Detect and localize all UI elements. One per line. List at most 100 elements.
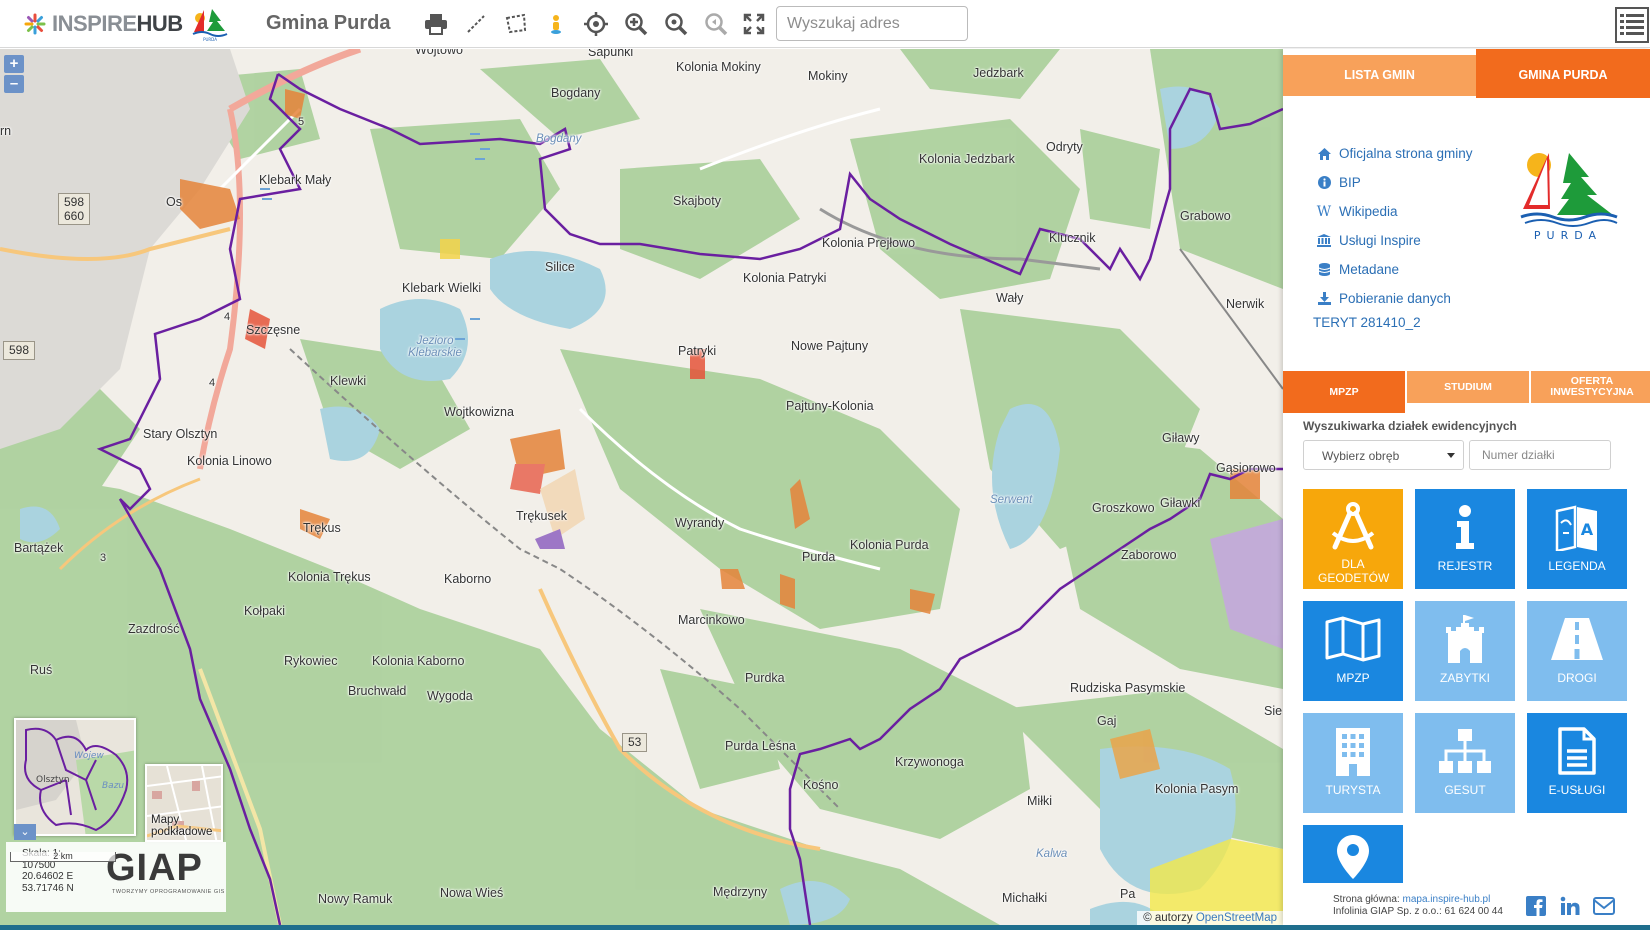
- map-label: Kalwa: [1036, 848, 1068, 860]
- home-icon: [1313, 147, 1335, 160]
- tile-mpzp[interactable]: MPZP: [1303, 601, 1403, 701]
- link-uslugi-inspire[interactable]: Usługi Inspire: [1313, 226, 1473, 255]
- purda-logo: PURDA: [1520, 153, 1618, 242]
- map-label: Kośno: [803, 778, 839, 792]
- tile-e-uslugi[interactable]: E-USŁUGI: [1527, 713, 1627, 813]
- map-label: Kołpaki: [244, 604, 285, 618]
- map-label: Odryty: [1046, 140, 1083, 154]
- parcel-search-title: Wyszukiwarka działek ewidencyjnych: [1303, 419, 1517, 433]
- streetview-person-icon[interactable]: [542, 10, 570, 38]
- link-wikipedia[interactable]: W Wikipedia: [1313, 197, 1473, 226]
- link-metadane[interactable]: Metadane: [1313, 255, 1473, 284]
- map-label: Ruś: [30, 663, 53, 677]
- map-label: rn: [0, 124, 12, 138]
- print-icon[interactable]: [422, 10, 450, 38]
- minimap-graphic: Wojew Olsztyn Bazu: [16, 720, 134, 834]
- address-search-input[interactable]: [776, 6, 968, 41]
- bottom-strip: [0, 925, 1650, 930]
- document-icon: [1558, 723, 1596, 779]
- map-label: Mędrzyny: [713, 885, 768, 899]
- tab-gmina-purda[interactable]: GMINA PURDA: [1476, 49, 1650, 98]
- email-icon[interactable]: [1593, 895, 1615, 917]
- map-label: Kolonia Patryki: [743, 271, 827, 285]
- map-label: Pa: [1120, 887, 1136, 901]
- facebook-icon[interactable]: [1525, 895, 1547, 917]
- wikipedia-icon: W: [1316, 203, 1332, 220]
- tile-drogi[interactable]: DROGI: [1527, 601, 1627, 701]
- commune-links: Oficjalna strona gminy BIP W Wikipedia Us…: [1313, 139, 1473, 330]
- map-zoom-out-button[interactable]: –: [4, 75, 24, 93]
- zoom-previous-icon[interactable]: [702, 10, 730, 38]
- linkedin-icon[interactable]: [1559, 895, 1581, 917]
- map-label: Stary Olsztyn: [143, 427, 218, 441]
- road-number: 5: [298, 116, 305, 128]
- map-label: Wygoda: [427, 689, 473, 703]
- map-label: Klucznik: [1049, 231, 1096, 245]
- inspirehub-logo[interactable]: INSPIREHUB: [24, 10, 183, 38]
- map-label: Michałki: [1002, 891, 1048, 905]
- map-label: Kolonia Pasym: [1155, 782, 1239, 796]
- tab-studium[interactable]: STUDIUM: [1407, 371, 1529, 403]
- link-official-site[interactable]: Oficjalna strona gminy: [1313, 139, 1473, 168]
- tile-dla-geodetow[interactable]: DLA GEODETÓW: [1303, 489, 1403, 589]
- zoom-in-icon[interactable]: [622, 10, 650, 38]
- map-label: Wójtowo: [415, 49, 463, 57]
- road-icon: [1551, 611, 1603, 667]
- map-label: Kolonia Jedzbark: [919, 152, 1015, 166]
- tab-mpzp[interactable]: MPZP: [1283, 371, 1405, 413]
- svg-text:Olsztyn: Olsztyn: [36, 775, 70, 785]
- fullscreen-icon[interactable]: [740, 10, 768, 38]
- tile-map-marker[interactable]: [1303, 825, 1403, 883]
- tile-rejestr[interactable]: REJESTR: [1415, 489, 1515, 589]
- caret-down-icon: [1447, 453, 1455, 458]
- link-pobieranie-danych[interactable]: Pobieranie danych: [1313, 284, 1473, 313]
- logo-wordmark: INSPIREHUB: [52, 11, 183, 36]
- road-shield: 53: [622, 733, 648, 752]
- menu-list-icon[interactable]: [1614, 6, 1650, 44]
- side-panel: LISTA GMIN GMINA PURDA Oficjalna strona …: [1283, 49, 1650, 925]
- openstreetmap-link[interactable]: OpenStreetMap: [1196, 912, 1277, 924]
- map-label: Kolonia Linowo: [187, 454, 272, 468]
- map-label: Jezioro Klebarskie: [408, 335, 462, 359]
- locate-icon[interactable]: [582, 10, 610, 38]
- map-label: Kolonia Prejłowo: [822, 236, 916, 250]
- map-canvas[interactable]: Wójtowo Sapunki Kolonia Mokiny Jedzbark …: [0, 49, 1283, 925]
- basemap-switcher[interactable]: Mapy podkładowe: [145, 764, 223, 842]
- giap-logo[interactable]: GIAP: [106, 848, 203, 888]
- teryt-code: TERYT 281410_2: [1313, 315, 1421, 330]
- overview-minimap[interactable]: Wojew Olsztyn Bazu: [14, 718, 136, 836]
- map-label: Trękusek: [516, 509, 567, 523]
- tile-turysta[interactable]: TURYSTA: [1303, 713, 1403, 813]
- svg-text:PURDA: PURDA: [203, 37, 217, 42]
- map-label: Os: [166, 195, 182, 209]
- map-label: Purdka: [745, 671, 785, 685]
- tile-gesut[interactable]: GESUT: [1415, 713, 1515, 813]
- scale-bar: 2 km: [10, 852, 116, 862]
- tab-lista-gmin[interactable]: LISTA GMIN: [1283, 55, 1476, 96]
- zoom-extent-icon[interactable]: [662, 10, 690, 38]
- tile-legenda[interactable]: A LEGENDA: [1527, 489, 1627, 589]
- measure-line-icon[interactable]: [462, 10, 490, 38]
- tile-zabytki[interactable]: ZABYTKI: [1415, 601, 1515, 701]
- measure-area-icon[interactable]: [502, 10, 530, 38]
- tab-oferta-inwestycyjna[interactable]: OFERTA INWESTYCYJNA: [1531, 371, 1650, 403]
- map-label: Marcinkowo: [678, 613, 745, 627]
- map-zoom-in-button[interactable]: +: [4, 55, 24, 73]
- castle-icon: [1442, 611, 1488, 667]
- obreb-select[interactable]: Wybierz obręb: [1303, 440, 1464, 470]
- map-label: Klebark Wielki: [402, 281, 482, 295]
- panel-footer: Strona główna: mapa.inspire-hub.pl Infol…: [1333, 894, 1503, 917]
- minimap-toggle-chevron-icon[interactable]: ⌄: [14, 824, 36, 840]
- homepage-link[interactable]: mapa.inspire-hub.pl: [1403, 894, 1491, 905]
- top-toolbar: INSPIREHUB PURDA Gmina Purda: [0, 0, 1650, 48]
- parcel-number-input[interactable]: [1469, 440, 1611, 470]
- inspirehub-star-icon: [24, 13, 46, 35]
- road-number: 3: [100, 552, 107, 564]
- link-bip[interactable]: BIP: [1313, 168, 1473, 197]
- map-label: Purda: [802, 550, 836, 564]
- svg-text:Bazu: Bazu: [102, 781, 124, 791]
- purda-emblem-small: PURDA: [192, 9, 228, 42]
- map-label: Gąsiorowo: [1216, 461, 1276, 475]
- map-label: Nowy Ramuk: [318, 892, 393, 906]
- map-label: Bruchwałd: [348, 684, 407, 698]
